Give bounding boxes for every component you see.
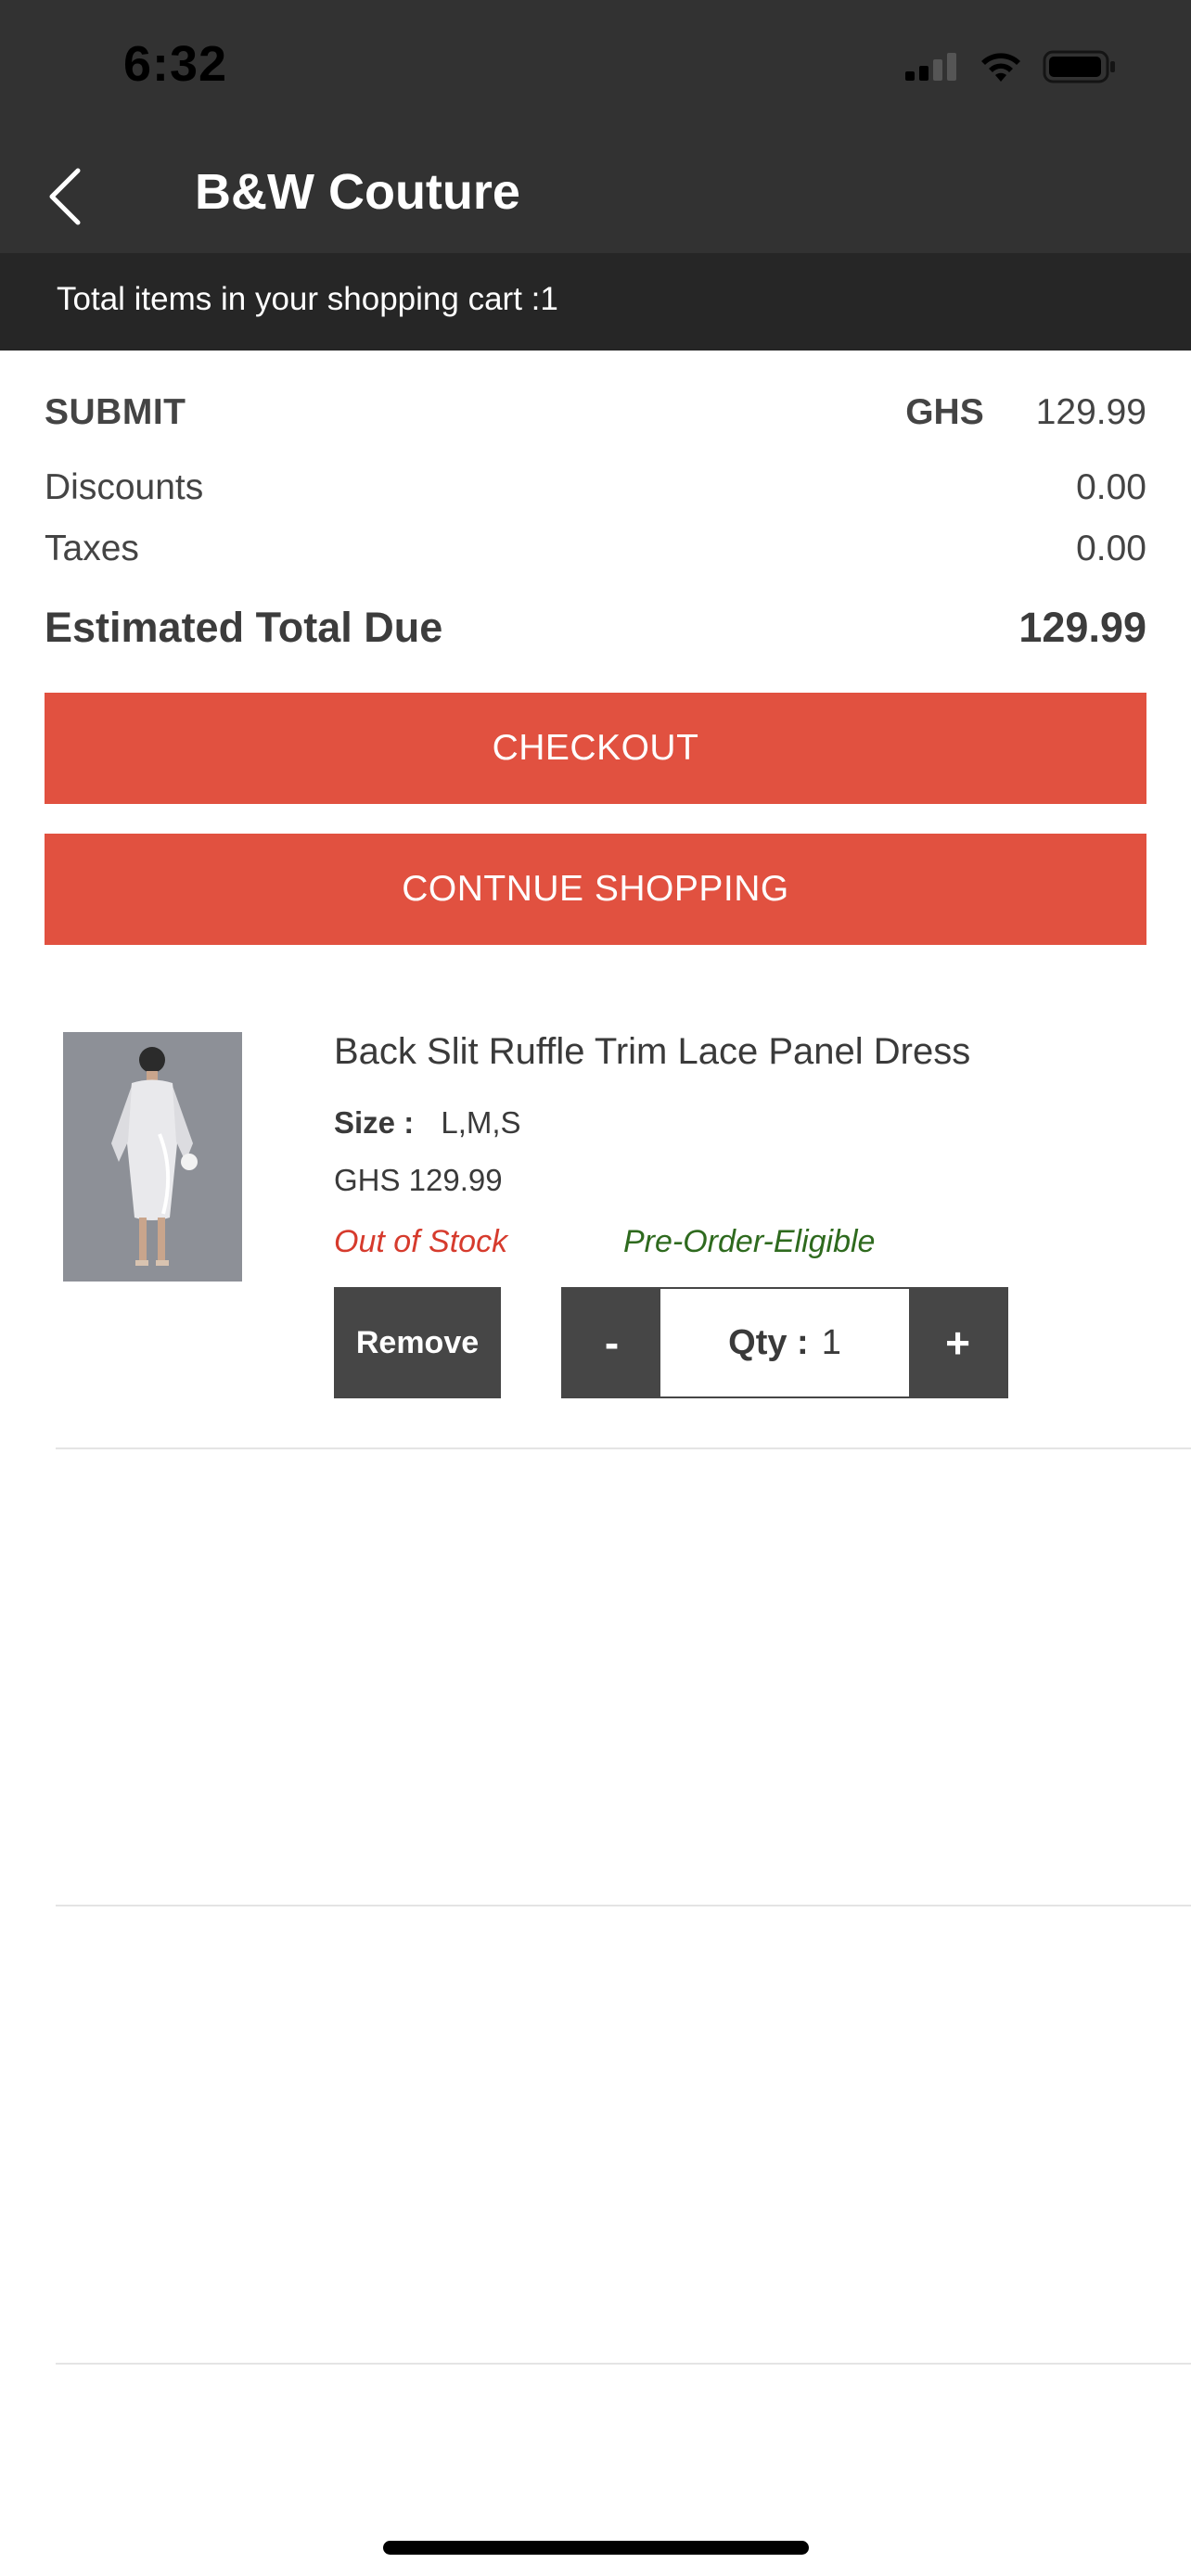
total-label: Estimated Total Due — [45, 604, 443, 651]
product-image[interactable] — [63, 1032, 242, 1282]
page-title: B&W Couture — [195, 164, 520, 220]
divider — [56, 1905, 1191, 1906]
wifi-icon — [981, 53, 1020, 82]
product-name[interactable]: Back Slit Ruffle Trim Lace Panel Dress — [334, 1031, 970, 1073]
continue-shopping-button[interactable]: CONTNUE SHOPPING — [45, 834, 1146, 945]
subtotal-group: GHS 129.99 — [905, 392, 1146, 433]
divider — [56, 2363, 1191, 2365]
status-icons — [905, 48, 1117, 85]
discounts-label: Discounts — [45, 467, 204, 507]
submit-row: SUBMIT GHS 129.99 — [45, 385, 1146, 440]
battery-icon — [1043, 50, 1115, 83]
chevron-left-icon — [49, 168, 81, 225]
size-label: Size : — [334, 1105, 415, 1140]
signal-icon — [905, 53, 956, 81]
size-line: Size : L,M,S — [334, 1105, 521, 1141]
taxes-value: 0.00 — [1076, 529, 1146, 568]
status-time: 6:32 — [123, 36, 228, 92]
cart-count-text: Total items in your shopping cart :1 — [57, 281, 558, 317]
back-button[interactable] — [28, 159, 102, 234]
discounts-row: Discounts 0.00 — [45, 462, 1146, 514]
currency-label: GHS — [905, 392, 984, 432]
status-bar: 6:32 — [0, 0, 1191, 139]
nav-bar: B&W Couture — [0, 139, 1191, 253]
size-value: L,M,S — [441, 1105, 521, 1140]
subtotal-value: 129.99 — [1035, 392, 1146, 432]
dress-photo-icon — [63, 1032, 242, 1282]
discounts-value: 0.00 — [1076, 467, 1146, 507]
taxes-row: Taxes 0.00 — [45, 523, 1146, 575]
qty-decrement-button[interactable]: - — [563, 1289, 660, 1396]
cart-count-banner: Total items in your shopping cart :1 — [0, 253, 1191, 351]
remove-button[interactable]: Remove — [334, 1287, 501, 1398]
stock-status: Out of Stock — [334, 1224, 508, 1259]
qty-display: Qty : 1 — [660, 1289, 909, 1396]
submit-label: SUBMIT — [45, 392, 186, 432]
divider — [56, 1447, 1191, 1449]
preorder-status: Pre-Order-Eligible — [623, 1224, 876, 1259]
cart-item: Back Slit Ruffle Trim Lace Panel Dress S… — [0, 983, 1191, 1448]
total-row: Estimated Total Due 129.99 — [45, 597, 1146, 658]
home-indicator[interactable] — [383, 2541, 809, 2555]
qty-value: 1 — [821, 1322, 841, 1362]
qty-increment-button[interactable]: + — [909, 1289, 1006, 1396]
product-price: GHS 129.99 — [334, 1163, 503, 1197]
total-value: 129.99 — [1018, 604, 1146, 651]
qty-label: Qty : — [728, 1322, 809, 1362]
quantity-stepper: - Qty : 1 + — [561, 1287, 1008, 1398]
taxes-label: Taxes — [45, 529, 139, 568]
checkout-button[interactable]: CHECKOUT — [45, 693, 1146, 804]
